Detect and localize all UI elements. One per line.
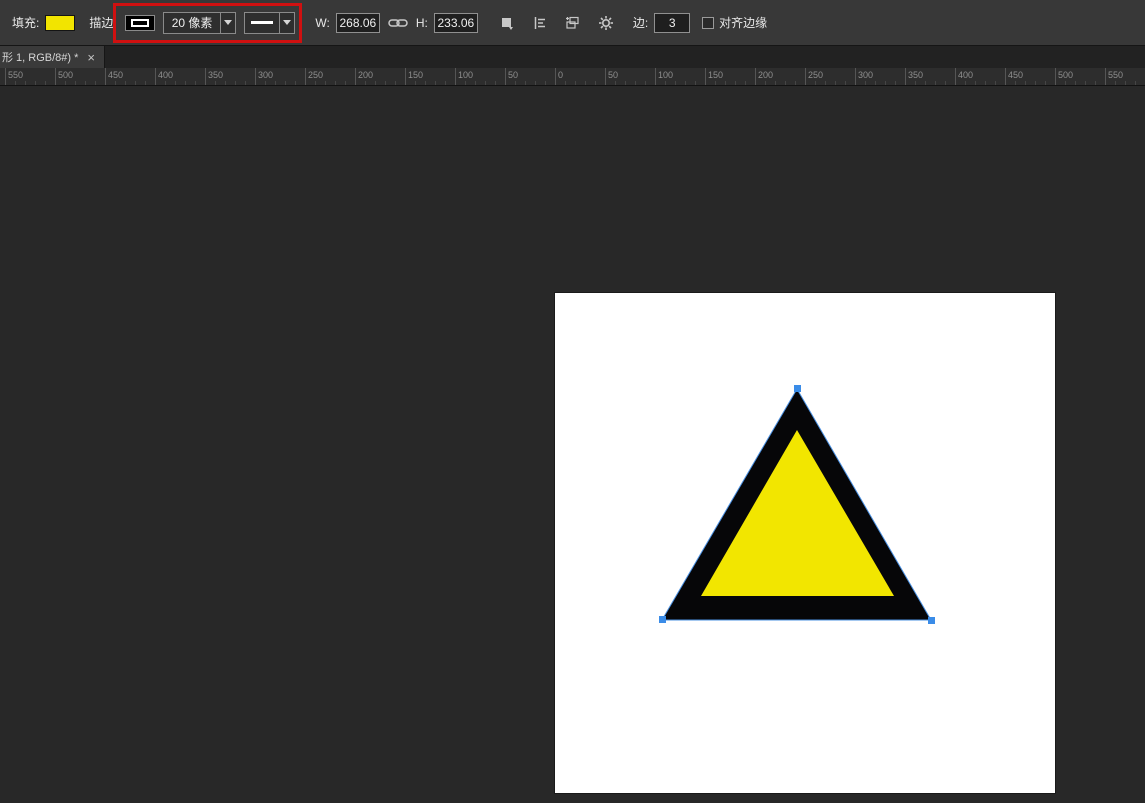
chevron-down-icon[interactable]	[220, 13, 235, 33]
gear-icon	[598, 15, 614, 31]
sides-input[interactable]	[654, 13, 690, 33]
align-edges-checkbox[interactable]	[702, 17, 714, 29]
chevron-down-icon[interactable]	[279, 13, 294, 33]
ruler-label: 100	[658, 70, 673, 80]
stroke-type-dropdown[interactable]	[244, 12, 295, 34]
artboard[interactable]	[555, 293, 1055, 793]
document-tab-title: 形 1, RGB/8#) *	[2, 49, 78, 65]
stroke-label: 描边:	[89, 14, 116, 31]
ruler-label: 0	[558, 70, 563, 80]
ruler-label: 200	[358, 70, 373, 80]
stroke-width-value: 20 像素	[164, 13, 221, 33]
height-field-label: H:	[416, 16, 428, 30]
height-input[interactable]	[434, 13, 478, 33]
ruler-label: 300	[858, 70, 873, 80]
ruler-label: 550	[8, 70, 23, 80]
ruler-label: 150	[708, 70, 723, 80]
path-alignment-icon	[533, 16, 547, 30]
shape-handle[interactable]	[928, 617, 935, 624]
ruler[interactable]: 5505004504003503002502001501005005010015…	[0, 68, 1145, 86]
ruler-label: 400	[158, 70, 173, 80]
path-alignment-button[interactable]	[527, 10, 553, 36]
ruler-label: 400	[958, 70, 973, 80]
ruler-label: 450	[108, 70, 123, 80]
ruler-label: 350	[208, 70, 223, 80]
document-tab[interactable]: 形 1, RGB/8#) * ×	[0, 46, 105, 68]
ruler-label: 100	[458, 70, 473, 80]
fill-label: 填充:	[12, 14, 39, 31]
stroke-color-swatch[interactable]	[125, 15, 155, 31]
stroke-line-icon	[251, 21, 273, 24]
width-field-label: W:	[315, 16, 329, 30]
stroke-style-preview	[131, 19, 149, 27]
ruler-label: 250	[308, 70, 323, 80]
canvas-area[interactable]	[0, 87, 1145, 803]
width-input[interactable]	[336, 13, 380, 33]
align-edges-label: 对齐边缘	[719, 14, 767, 31]
path-arrangement-button[interactable]	[560, 10, 586, 36]
path-operations-button[interactable]	[494, 10, 520, 36]
shape-handle[interactable]	[794, 385, 801, 392]
ruler-label: 50	[508, 70, 518, 80]
ruler-label: 50	[608, 70, 618, 80]
ruler-label: 200	[758, 70, 773, 80]
sides-label: 边:	[633, 14, 648, 31]
ruler-label: 500	[1058, 70, 1073, 80]
ruler-label: 500	[58, 70, 73, 80]
link-dimensions-icon[interactable]	[388, 17, 408, 29]
ruler-label: 250	[808, 70, 823, 80]
options-bar: 填充: 描边: 20 像素 W: H:	[0, 0, 1145, 46]
shape-svg	[555, 293, 1055, 793]
shape-settings-button[interactable]	[593, 10, 619, 36]
ruler-label: 300	[258, 70, 273, 80]
ruler-label: 550	[1108, 70, 1123, 80]
document-tab-bar: 形 1, RGB/8#) * ×	[0, 46, 1145, 68]
stroke-options-group: 20 像素	[123, 12, 298, 34]
shape-handle[interactable]	[659, 616, 666, 623]
close-icon[interactable]: ×	[87, 51, 95, 64]
fill-color-swatch[interactable]	[45, 15, 75, 31]
stroke-width-dropdown[interactable]: 20 像素	[163, 12, 237, 34]
path-arrangement-icon	[565, 16, 580, 30]
ruler-label: 450	[1008, 70, 1023, 80]
ruler-label: 150	[408, 70, 423, 80]
ruler-label: 350	[908, 70, 923, 80]
path-operations-icon	[500, 16, 514, 30]
